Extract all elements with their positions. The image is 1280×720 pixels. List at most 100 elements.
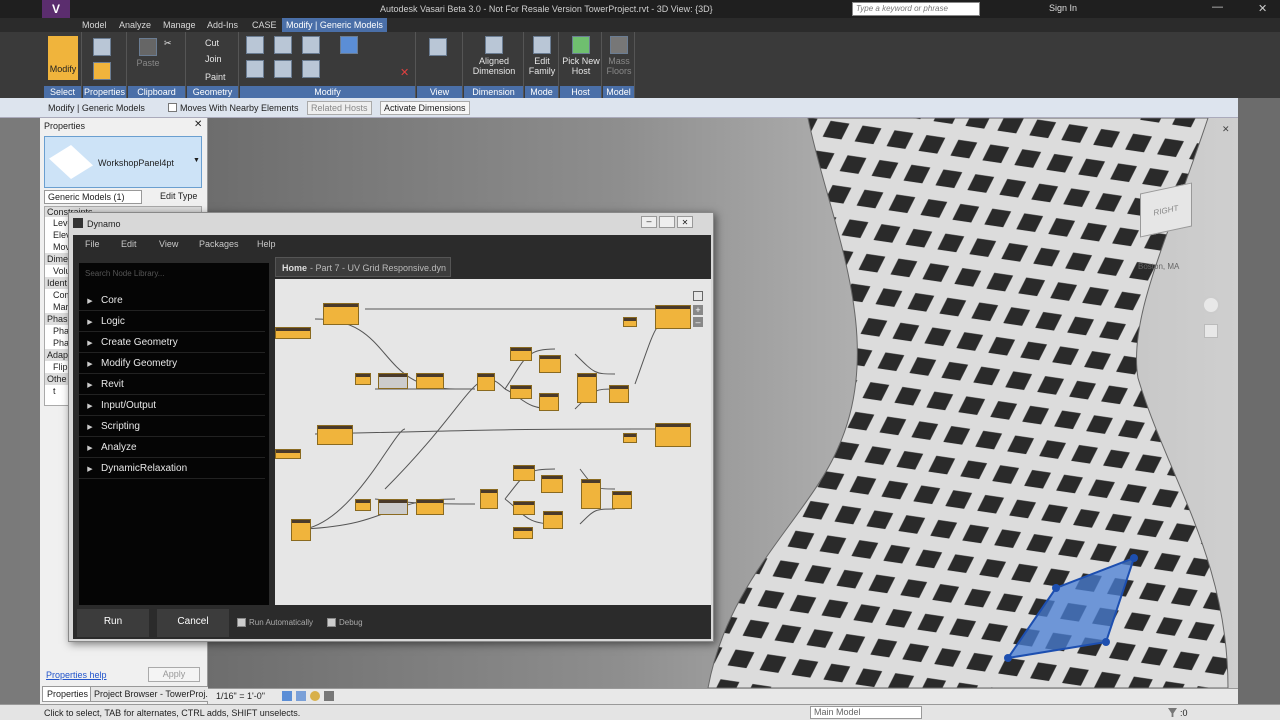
graph-node[interactable] (378, 373, 408, 389)
properties-help-link[interactable]: Properties help (46, 670, 107, 680)
visual-style-icon[interactable] (296, 691, 306, 701)
graph-node[interactable] (480, 489, 498, 509)
app-logo[interactable]: V (42, 0, 70, 18)
close-icon[interactable]: ✕ (677, 216, 693, 228)
cancel-button[interactable]: Cancel (157, 609, 229, 637)
tab-model[interactable]: Model (82, 18, 107, 32)
minimize-icon[interactable]: – (641, 216, 657, 228)
menu-help[interactable]: Help (257, 239, 276, 249)
library-item-input-output[interactable]: ▶ Input/Output (79, 396, 265, 416)
menu-file[interactable]: File (85, 239, 100, 249)
tab-project-browser[interactable]: Project Browser - TowerProj... (90, 686, 217, 702)
menu-view[interactable]: View (159, 239, 178, 249)
properties-close-icon[interactable]: ✕ (194, 119, 202, 130)
graph-node[interactable] (275, 327, 311, 339)
library-item-revit[interactable]: ▶ Revit (79, 375, 265, 395)
library-item-create-geometry[interactable]: ▶ Create Geometry (79, 333, 265, 353)
type-properties-button[interactable] (93, 62, 111, 82)
graph-node[interactable] (323, 303, 359, 325)
mass-floors-button[interactable]: Mass Floors (604, 36, 634, 76)
tab-manage[interactable]: Manage (163, 18, 196, 32)
maximize-icon[interactable] (659, 216, 675, 228)
graph-node[interactable] (378, 499, 408, 515)
minimize-icon[interactable]: — (1212, 1, 1223, 13)
graph-node[interactable] (539, 355, 561, 373)
graph-node[interactable] (612, 491, 632, 509)
library-item-analyze[interactable]: ▶ Analyze (79, 438, 265, 458)
graph-node[interactable] (513, 465, 535, 481)
panel-title-select[interactable]: Select (44, 86, 81, 98)
viewport-close-icon[interactable]: ✕ (1222, 124, 1230, 135)
graph-node[interactable] (577, 373, 597, 403)
paint-label[interactable]: Paint (205, 72, 226, 82)
graph-node[interactable] (543, 511, 563, 529)
tab-add-ins[interactable]: Add-Ins (207, 18, 238, 32)
graph-node[interactable] (317, 425, 353, 445)
copy-icon[interactable] (274, 60, 292, 80)
related-hosts-button[interactable]: Related Hosts (307, 101, 372, 115)
graph-node[interactable] (510, 347, 532, 361)
zoom-in-icon[interactable]: + (693, 305, 703, 315)
offset-icon[interactable] (274, 36, 292, 56)
graph-node[interactable] (581, 479, 601, 509)
properties-button[interactable] (93, 38, 111, 58)
graph-node[interactable] (275, 449, 301, 459)
cut-label[interactable]: Cut (205, 38, 219, 48)
graph-node[interactable] (477, 373, 495, 391)
graph-node[interactable] (655, 305, 691, 329)
graph-node[interactable] (541, 475, 563, 493)
panel-title-dimension[interactable]: Dimension (464, 86, 523, 98)
edit-family-button[interactable]: Edit Family (527, 36, 557, 76)
zoom-extents-icon[interactable] (693, 291, 703, 301)
graph-node[interactable] (510, 385, 532, 399)
move-icon[interactable] (246, 60, 264, 80)
chevron-down-icon[interactable]: ▼ (193, 157, 200, 164)
menu-edit[interactable]: Edit (121, 239, 137, 249)
tab-modify-generic-models[interactable]: Modify | Generic Models (282, 18, 387, 32)
pick-new-host-button[interactable]: Pick New Host (562, 36, 600, 76)
paste-button[interactable]: Paste (134, 38, 162, 68)
tab-case[interactable]: CASE (252, 18, 277, 32)
join-label[interactable]: Join (205, 54, 222, 64)
search-input[interactable]: Type a keyword or phrase (852, 2, 980, 16)
library-item-modify-geometry[interactable]: ▶ Modify Geometry (79, 354, 265, 374)
cut-button[interactable]: ✂ (164, 38, 172, 48)
type-selector[interactable]: WorkshopPanel4pt ▼ (44, 136, 202, 188)
graph-node[interactable] (513, 501, 535, 515)
rotate-icon[interactable] (302, 60, 320, 80)
graph-node[interactable] (355, 373, 371, 385)
graph-node[interactable] (609, 385, 629, 403)
run-button[interactable]: Run (77, 609, 149, 637)
steering-wheel-icon[interactable] (1202, 296, 1220, 314)
detail-level-icon[interactable] (282, 691, 292, 701)
mirror-icon[interactable] (302, 36, 320, 56)
library-item-logic[interactable]: ▶ Logic (79, 312, 265, 332)
sign-in-link[interactable]: Sign In (1049, 3, 1077, 13)
workspace-tab[interactable]: Home - Part 7 - UV Grid Responsive.dyn (275, 257, 451, 277)
node-canvas[interactable]: + – (275, 279, 711, 605)
filter-icon[interactable] (1168, 708, 1177, 717)
moves-with-checkbox[interactable] (168, 103, 177, 112)
zoom-out-icon[interactable]: – (693, 317, 703, 327)
close-icon[interactable]: ✕ (1258, 2, 1267, 15)
model-selector[interactable]: Main Model (810, 706, 922, 719)
shadows-icon[interactable] (324, 691, 334, 701)
apply-button[interactable]: Apply (148, 667, 200, 682)
array-icon[interactable] (340, 36, 358, 56)
zoom-icon[interactable] (1204, 324, 1218, 338)
graph-node[interactable] (513, 527, 533, 539)
view-icon[interactable] (429, 38, 447, 58)
sun-path-icon[interactable] (310, 691, 320, 701)
run-automatically-checkbox[interactable] (237, 618, 246, 627)
library-search-input[interactable]: Search Node Library... (85, 267, 265, 281)
menu-packages[interactable]: Packages (199, 239, 239, 249)
graph-node[interactable] (539, 393, 559, 411)
library-item-scripting[interactable]: ▶ Scripting (79, 417, 265, 437)
graph-node[interactable] (416, 499, 444, 515)
library-item-dynamicrelaxation[interactable]: ▶ DynamicRelaxation (79, 459, 265, 479)
tab-properties[interactable]: Properties (42, 686, 94, 702)
modify-button[interactable]: Modify (48, 36, 78, 80)
graph-node[interactable] (655, 423, 691, 447)
delete-icon[interactable]: ✕ (400, 68, 409, 79)
library-item-core[interactable]: ▶ Core (79, 291, 265, 311)
